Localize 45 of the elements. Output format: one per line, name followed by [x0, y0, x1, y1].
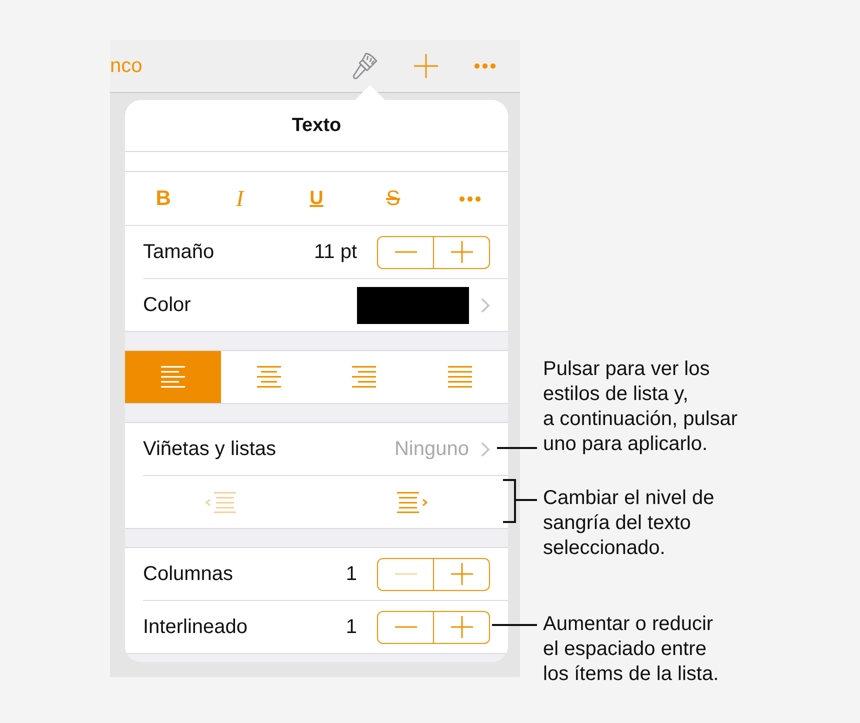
setting-label: Tamaño — [143, 240, 214, 264]
add-button[interactable] — [414, 54, 438, 78]
more-icon — [474, 63, 496, 69]
format-button[interactable] — [352, 52, 378, 80]
align-left-button[interactable] — [125, 351, 221, 403]
back-button[interactable]: nco — [110, 54, 142, 78]
decrease-button[interactable] — [377, 610, 434, 644]
setting-value: 11 pt — [314, 240, 357, 264]
plus-icon — [414, 54, 438, 78]
increase-button[interactable] — [434, 610, 490, 644]
increase-button[interactable] — [434, 558, 490, 590]
italic-button[interactable]: I — [202, 172, 278, 225]
setting-label: Interlineado — [143, 616, 248, 638]
setting-value: 1 — [346, 562, 357, 586]
plus-icon — [450, 241, 472, 263]
plus-icon — [450, 616, 472, 638]
callout-text: Cambiar el nivel de sangría del texto seleccionado. — [543, 486, 714, 561]
setting-label: Color — [143, 294, 191, 316]
leader-line — [492, 624, 537, 626]
underline-button[interactable]: U — [278, 172, 355, 225]
decrease-button[interactable] — [377, 236, 434, 268]
align-center-icon — [256, 366, 281, 388]
strikethrough-button[interactable]: S — [354, 172, 432, 225]
plus-icon — [450, 563, 472, 585]
callout-text: Aumentar o reducir el espaciado entre los ítems de la lista. — [543, 612, 719, 687]
more-icon — [458, 196, 481, 202]
paintbrush-icon — [352, 52, 378, 80]
color-swatch[interactable] — [357, 286, 469, 324]
setting-value: Ninguno — [394, 438, 469, 460]
setting-label: Columnas — [143, 562, 234, 586]
callout-text: Pulsar para ver los estilos de lista y, a continuación, pulsar uno para aplicarlo. — [543, 357, 738, 457]
increase-button[interactable] — [434, 236, 490, 268]
leader-line — [497, 447, 537, 449]
align-right-icon — [352, 366, 376, 388]
align-left-icon — [160, 366, 185, 388]
more-button[interactable] — [474, 63, 496, 69]
popover-title: Texto — [292, 114, 342, 136]
setting-label: Viñetas y listas — [143, 438, 276, 460]
chevron-icon — [481, 442, 490, 456]
bracket-leader — [503, 479, 537, 523]
decrease-button[interactable] — [377, 558, 434, 590]
chevron-icon — [481, 298, 490, 312]
align-justify-icon — [448, 366, 472, 388]
bold-button[interactable]: B — [125, 172, 202, 225]
setting-value: 1 — [346, 616, 357, 638]
